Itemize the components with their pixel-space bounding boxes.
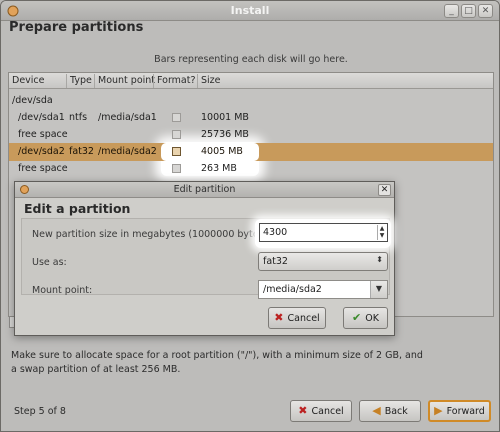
cancel-button[interactable]: ✖ Cancel xyxy=(290,400,352,422)
partition-size-value: 4300 xyxy=(263,227,288,238)
table-header: Device Type Mount point Format? Size xyxy=(9,73,493,89)
chevron-down-icon[interactable]: ▼ xyxy=(370,281,387,298)
cell-size: 263 MB xyxy=(201,163,237,174)
updown-icon: ⬍ xyxy=(376,255,383,264)
cell-device: free space xyxy=(18,129,68,140)
cell-device: free space xyxy=(18,163,68,174)
cell-size: 10001 MB xyxy=(201,112,249,123)
use-as-value: fat32 xyxy=(263,256,288,267)
dialog-title: Edit partition xyxy=(173,184,236,195)
partition-info-text: Make sure to allocate space for a root p… xyxy=(11,350,423,375)
cell-size: 4005 MB xyxy=(201,146,243,157)
back-button-label: Back xyxy=(384,405,408,417)
dialog-close-button[interactable]: ✕ xyxy=(378,184,391,196)
column-header-mount[interactable]: Mount point xyxy=(98,75,155,86)
arrow-left-icon: ◀ xyxy=(372,404,381,417)
table-row[interactable]: free space 25736 MB xyxy=(9,126,493,144)
dialog-ok-button[interactable]: ✔ OK xyxy=(343,307,388,329)
mount-point-label: Mount point: xyxy=(32,285,93,296)
column-header-size[interactable]: Size xyxy=(201,75,221,86)
dialog-ok-label: OK xyxy=(365,312,379,324)
page-title: Prepare partitions xyxy=(9,20,144,35)
forward-button[interactable]: ▶ Forward xyxy=(428,400,491,422)
table-row-selected[interactable]: /dev/sda2 fat32 /media/sda2 4005 MB xyxy=(9,143,493,161)
use-as-label: Use as: xyxy=(32,257,67,268)
title-bar: Install _ □ ✕ xyxy=(1,1,499,21)
format-checkbox[interactable] xyxy=(172,147,181,156)
mount-point-value: /media/sda2 xyxy=(263,284,322,295)
table-row[interactable]: /dev/sda xyxy=(9,92,493,110)
disk-bars-placeholder: Bars representing each disk will go here… xyxy=(154,54,348,65)
arrow-right-icon: ▶ xyxy=(434,404,443,417)
column-header-device[interactable]: Device xyxy=(12,75,45,86)
cell-mount: /media/sda1 xyxy=(98,112,157,123)
cell-type: fat32 xyxy=(69,146,94,157)
spin-arrows-icon[interactable]: ▲ ▼ xyxy=(377,225,386,240)
cell-size: 25736 MB xyxy=(201,129,249,140)
table-row[interactable]: free space 263 MB xyxy=(9,160,493,178)
size-label: New partition size in megabytes (1000000… xyxy=(32,229,271,240)
column-header-format[interactable]: Format? xyxy=(157,75,196,86)
dialog-cancel-button[interactable]: ✖ Cancel xyxy=(268,307,326,329)
cancel-icon: ✖ xyxy=(298,404,308,417)
mount-point-combo[interactable]: /media/sda2 ▼ xyxy=(258,280,388,299)
cell-type: ntfs xyxy=(69,112,88,123)
close-button[interactable]: ✕ xyxy=(478,4,493,18)
dialog-heading: Edit a partition xyxy=(24,201,131,216)
cell-device: /dev/sda xyxy=(12,95,53,106)
maximize-button[interactable]: □ xyxy=(461,4,476,18)
cell-mount: /media/sda2 xyxy=(98,146,157,157)
cancel-button-label: Cancel xyxy=(311,405,344,417)
checkmark-icon: ✔ xyxy=(352,311,362,324)
format-checkbox[interactable] xyxy=(172,164,181,173)
forward-button-label: Forward xyxy=(446,405,485,417)
use-as-select[interactable]: fat32 ⬍ xyxy=(258,252,388,271)
cancel-icon: ✖ xyxy=(274,311,284,324)
back-button[interactable]: ◀ Back xyxy=(359,400,421,422)
format-checkbox[interactable] xyxy=(172,113,181,122)
format-checkbox[interactable] xyxy=(172,130,181,139)
edit-partition-dialog: Edit partition ✕ Edit a partition New pa… xyxy=(14,181,395,336)
dialog-cancel-label: Cancel xyxy=(287,312,320,324)
table-row[interactable]: /dev/sda1 ntfs /media/sda1 10001 MB xyxy=(9,109,493,127)
dialog-title-bar: Edit partition ✕ xyxy=(15,182,394,198)
cell-device: /dev/sda2 xyxy=(18,146,65,157)
step-indicator: Step 5 of 8 xyxy=(14,406,66,417)
column-header-type[interactable]: Type xyxy=(70,75,92,86)
cell-device: /dev/sda1 xyxy=(18,112,65,123)
partition-size-spinbox[interactable]: 4300 ▲ ▼ xyxy=(259,223,388,242)
minimize-button[interactable]: _ xyxy=(444,4,459,18)
window-title: Install xyxy=(230,4,270,17)
